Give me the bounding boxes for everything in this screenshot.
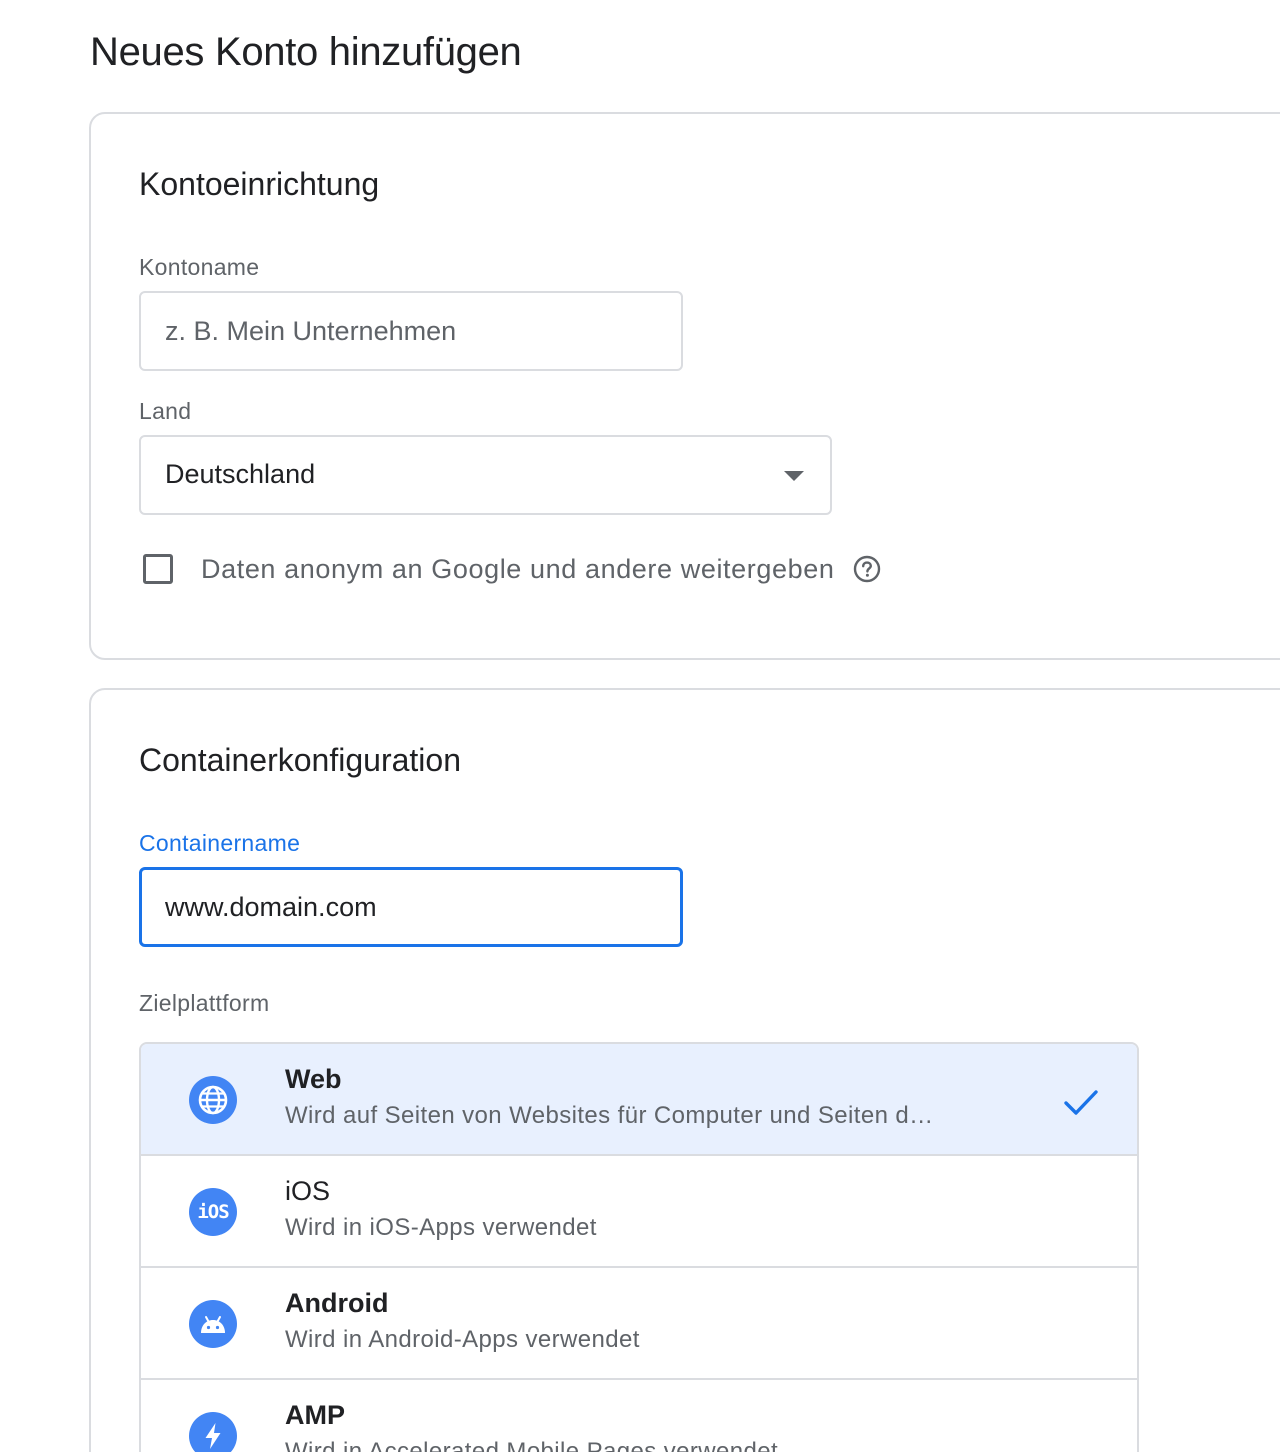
account-setup-card: Kontoeinrichtung Kontoname Land Deutschl… bbox=[89, 112, 1280, 660]
ios-icon: iOS bbox=[189, 1188, 237, 1236]
account-name-label: Kontoname bbox=[139, 254, 260, 280]
globe-icon bbox=[189, 1076, 237, 1124]
platform-option-web[interactable]: Web Wird auf Seiten von Websites für Com… bbox=[141, 1044, 1137, 1156]
platform-description: Wird auf Seiten von Websites für Compute… bbox=[285, 1102, 934, 1129]
container-setup-card: Containerkonfiguration Containername Zie… bbox=[89, 688, 1280, 1452]
platform-list: Web Wird auf Seiten von Websites für Com… bbox=[139, 1042, 1139, 1452]
platform-option-android[interactable]: Android Wird in Android-Apps verwendet bbox=[141, 1268, 1137, 1380]
platform-option-ios[interactable]: iOS iOS Wird in iOS-Apps verwendet bbox=[141, 1156, 1137, 1268]
platform-name: Web bbox=[285, 1064, 342, 1094]
share-data-checkbox[interactable] bbox=[143, 554, 173, 584]
page: Neues Konto hinzufügen Kontoeinrichtung … bbox=[0, 0, 1280, 1452]
platform-name: AMP bbox=[285, 1400, 345, 1430]
platform-option-amp[interactable]: AMP Wird in Accelerated Mobile Pages ver… bbox=[141, 1380, 1137, 1452]
account-name-input[interactable] bbox=[139, 291, 683, 371]
platform-description: Wird in Accelerated Mobile Pages verwend… bbox=[285, 1438, 779, 1452]
platform-description: Wird in Android-Apps verwendet bbox=[285, 1326, 640, 1353]
platform-name: Android bbox=[285, 1288, 389, 1318]
country-label: Land bbox=[139, 398, 192, 424]
dropdown-arrow-icon bbox=[784, 471, 804, 481]
target-platform-label: Zielplattform bbox=[139, 990, 270, 1016]
help-icon[interactable] bbox=[852, 554, 882, 584]
country-select[interactable]: Deutschland bbox=[139, 435, 832, 515]
container-setup-title: Containerkonfiguration bbox=[139, 742, 461, 778]
check-icon bbox=[1064, 1090, 1098, 1115]
android-icon bbox=[189, 1300, 237, 1348]
platform-name: iOS bbox=[285, 1176, 331, 1206]
share-data-label[interactable]: Daten anonym an Google und andere weiter… bbox=[201, 554, 834, 585]
container-name-input[interactable] bbox=[139, 867, 683, 947]
container-name-label: Containername bbox=[139, 830, 301, 856]
lightning-icon bbox=[189, 1412, 237, 1452]
country-select-value: Deutschland bbox=[165, 459, 316, 489]
platform-description: Wird in iOS-Apps verwendet bbox=[285, 1214, 597, 1241]
share-data-row: Daten anonym an Google und andere weiter… bbox=[143, 549, 882, 589]
page-title: Neues Konto hinzufügen bbox=[90, 30, 522, 74]
account-setup-title: Kontoeinrichtung bbox=[139, 166, 380, 202]
